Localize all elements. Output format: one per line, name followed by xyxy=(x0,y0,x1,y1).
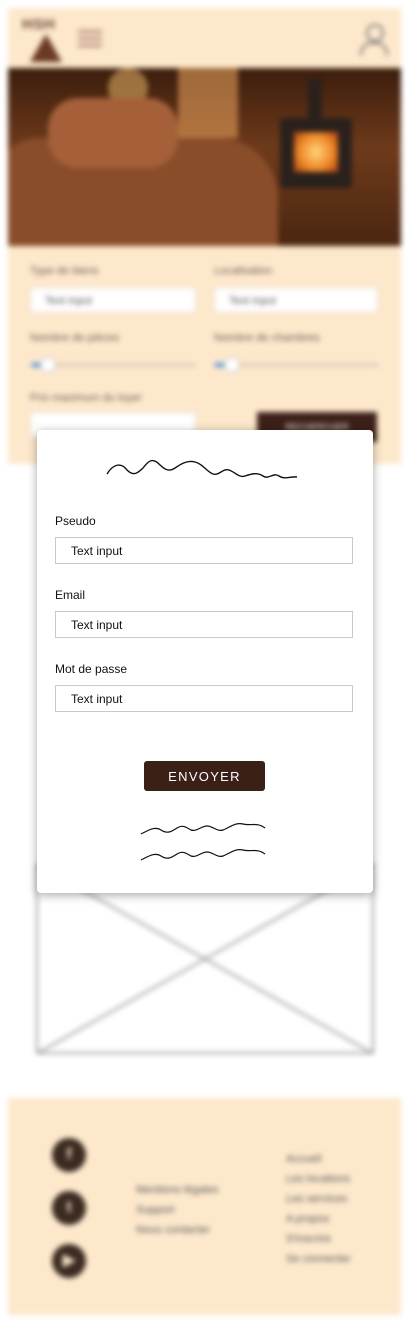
user-icon[interactable] xyxy=(360,24,388,58)
rooms-label: Nombre de pièces xyxy=(30,332,120,344)
footer-link[interactable]: Se connecter xyxy=(286,1249,351,1269)
email-label: Email xyxy=(55,588,86,602)
site-logo[interactable]: HSH xyxy=(22,16,68,68)
password-label: Mot de passe xyxy=(55,662,128,676)
footer-link[interactable]: Les locations xyxy=(286,1169,351,1189)
title-scribble xyxy=(106,459,298,479)
hero-image xyxy=(8,68,401,246)
signup-modal: Pseudo Email Mot de passe ENVOYER xyxy=(37,430,373,893)
footer-nav-links: Accueil Les locations Les services A pro… xyxy=(286,1149,351,1269)
footer-link[interactable]: Les services xyxy=(286,1189,351,1209)
twitter-icon[interactable]: t xyxy=(52,1191,86,1225)
bedrooms-label: Nombre de chambres xyxy=(214,332,320,344)
hamburger-menu-icon[interactable] xyxy=(78,30,102,48)
footer-link[interactable]: A propos xyxy=(286,1209,351,1229)
footer-link[interactable]: S'inscrire xyxy=(286,1229,351,1249)
site-header: HSH xyxy=(8,8,401,68)
password-input[interactable] xyxy=(55,685,353,712)
facebook-icon[interactable]: f xyxy=(52,1138,86,1172)
rooms-slider-handle[interactable] xyxy=(40,357,56,373)
logo-house-icon xyxy=(30,34,62,62)
footer-link[interactable]: Support xyxy=(136,1200,219,1220)
site-footer: f t ▶ Mentions légales Support Nous cont… xyxy=(8,1098,401,1315)
location-input[interactable]: Text input xyxy=(214,287,378,313)
footer-legal-links: Mentions légales Support Nous contacter xyxy=(136,1180,219,1240)
pseudo-input[interactable] xyxy=(55,537,353,564)
property-type-label: Type de biens xyxy=(30,265,99,277)
send-button[interactable]: ENVOYER xyxy=(144,761,265,791)
pseudo-label: Pseudo xyxy=(55,514,96,528)
footer-link[interactable]: Accueil xyxy=(286,1149,351,1169)
footer-link[interactable]: Nous contacter xyxy=(136,1220,219,1240)
footer-scribble xyxy=(140,823,266,861)
location-label: Localisation xyxy=(214,265,273,277)
bedrooms-slider-handle[interactable] xyxy=(224,357,240,373)
youtube-icon[interactable]: ▶ xyxy=(52,1244,86,1278)
email-input[interactable] xyxy=(55,611,353,638)
max-price-label: Prix maximum du loyer xyxy=(30,392,142,404)
property-type-input[interactable]: Text input xyxy=(30,287,196,313)
footer-link[interactable]: Mentions légales xyxy=(136,1180,219,1200)
logo-text: HSH xyxy=(22,16,56,33)
